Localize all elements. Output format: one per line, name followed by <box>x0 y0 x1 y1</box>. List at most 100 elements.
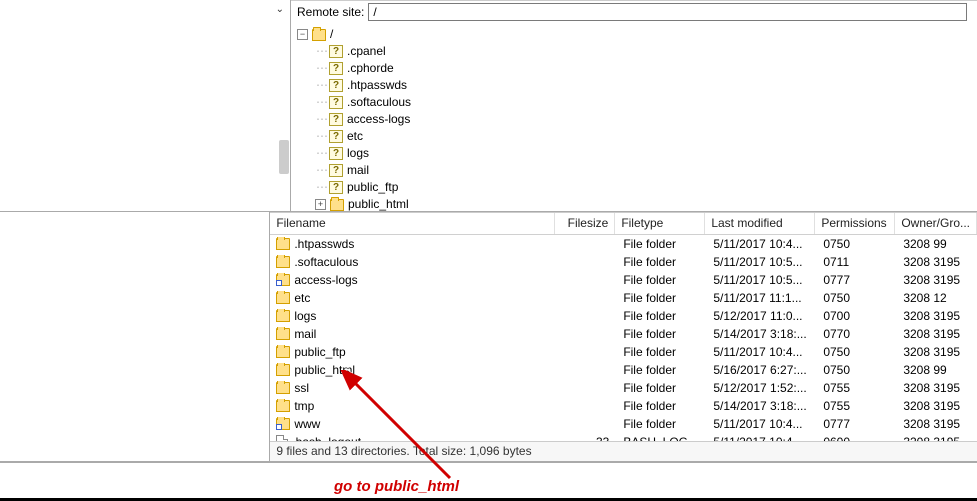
file-type: File folder <box>617 399 707 413</box>
unknown-folder-icon: ? <box>329 181 343 194</box>
local-tree-panel[interactable]: ⌄ <box>0 0 291 211</box>
folder-icon <box>276 310 290 322</box>
list-row[interactable]: sslFile folder5/12/2017 1:52:...07553208… <box>270 379 977 397</box>
file-name: tmp <box>294 399 314 413</box>
status-bar: 9 files and 13 directories. Total size: … <box>270 441 977 461</box>
file-modified: 5/11/2017 10:4... <box>707 237 817 251</box>
expand-icon[interactable]: + <box>315 199 326 210</box>
list-row[interactable]: logs File folder5/12/2017 11:0...07003208… <box>270 307 977 325</box>
list-row[interactable]: .htpasswdsFile folder5/11/2017 10:4...07… <box>270 235 977 253</box>
folder-icon <box>276 400 290 412</box>
tree-item[interactable]: ⋯?access-logs <box>297 111 973 128</box>
file-modified: 5/14/2017 3:18:... <box>707 327 817 341</box>
list-row[interactable]: mailFile folder5/14/2017 3:18:...0770320… <box>270 325 977 343</box>
remote-file-panel: Filename Filesize Filetype Last modified… <box>270 212 977 461</box>
file-name: public_html <box>294 363 355 377</box>
collapse-icon[interactable]: − <box>297 29 308 40</box>
transfer-queue-panel[interactable] <box>0 462 977 498</box>
list-row[interactable]: tmpFile folder5/14/2017 3:18:...07553208… <box>270 397 977 415</box>
tree-item[interactable]: ⋯?.softaculous <box>297 94 973 111</box>
file-name: .softaculous <box>294 255 358 269</box>
remote-tree-panel: Remote site: − / ⋯?.cpanel ⋯?.cphorde ⋯?… <box>291 0 977 211</box>
col-filetype[interactable]: Filetype <box>615 213 705 234</box>
folder-shortcut-icon <box>276 274 290 286</box>
remote-tree[interactable]: − / ⋯?.cpanel ⋯?.cphorde ⋯?.htpasswds ⋯?… <box>291 22 977 211</box>
list-row[interactable]: .softaculous File folder5/11/2017 10:5...… <box>270 253 977 271</box>
folder-icon <box>276 346 290 358</box>
tree-item[interactable]: ⋯?logs <box>297 145 973 162</box>
file-list-body[interactable]: .htpasswdsFile folder5/11/2017 10:4...07… <box>270 235 977 441</box>
unknown-folder-icon: ? <box>329 164 343 177</box>
file-type: File folder <box>617 417 707 431</box>
unknown-folder-icon: ? <box>329 113 343 126</box>
tree-item[interactable]: ⋯?etc <box>297 128 973 145</box>
file-permissions: 0750 <box>817 237 897 251</box>
list-row[interactable]: access-logsFile folder5/11/2017 10:5...0… <box>270 271 977 289</box>
unknown-folder-icon: ? <box>329 62 343 75</box>
col-owner[interactable]: Owner/Gro... <box>895 213 977 234</box>
file-owner: 3208 3195 <box>897 309 977 323</box>
unknown-folder-icon: ? <box>329 96 343 109</box>
folder-icon <box>276 238 290 250</box>
list-row[interactable]: .bash_logout33BASH_LOG...5/11/2017 10:4.… <box>270 433 977 441</box>
chevron-down-icon[interactable]: ⌄ <box>276 4 284 15</box>
file-name: .htpasswds <box>294 237 354 251</box>
col-filesize[interactable]: Filesize <box>555 213 615 234</box>
file-permissions: 0700 <box>817 309 897 323</box>
tree-item[interactable]: ⋯?.htpasswds <box>297 77 973 94</box>
list-row[interactable]: etcFile folder5/11/2017 11:1...07503208 … <box>270 289 977 307</box>
file-list-header: Filename Filesize Filetype Last modified… <box>270 213 977 235</box>
scrollbar-thumb[interactable] <box>279 140 289 174</box>
folder-icon <box>276 382 290 394</box>
file-type: File folder <box>617 291 707 305</box>
file-type: File folder <box>617 363 707 377</box>
folder-icon <box>276 292 290 304</box>
folder-shortcut-icon <box>276 418 290 430</box>
file-owner: 3208 3195 <box>897 273 977 287</box>
file-type: File folder <box>617 345 707 359</box>
list-row[interactable]: wwwFile folder5/11/2017 10:4...07773208 … <box>270 415 977 433</box>
file-name: etc <box>294 291 310 305</box>
file-modified: 5/11/2017 10:4... <box>707 345 817 359</box>
file-type: File folder <box>617 255 707 269</box>
file-permissions: 0777 <box>817 273 897 287</box>
file-owner: 3208 3195 <box>897 327 977 341</box>
col-permissions[interactable]: Permissions <box>815 213 895 234</box>
file-owner: 3208 12 <box>897 291 977 305</box>
tree-item[interactable]: ⋯?mail <box>297 162 973 179</box>
file-name: mail <box>294 327 316 341</box>
file-owner: 3208 99 <box>897 237 977 251</box>
file-modified: 5/11/2017 10:5... <box>707 255 817 269</box>
tree-item-public-html[interactable]: +public_html <box>297 196 973 211</box>
file-modified: 5/12/2017 1:52:... <box>707 381 817 395</box>
file-type: File folder <box>617 309 707 323</box>
file-modified: 5/16/2017 6:27:... <box>707 363 817 377</box>
file-name: logs <box>294 309 316 323</box>
tree-item[interactable]: ⋯?.cphorde <box>297 60 973 77</box>
local-file-panel[interactable] <box>0 212 270 461</box>
tree-item[interactable]: ⋯?.cpanel <box>297 43 973 60</box>
file-name: access-logs <box>294 273 357 287</box>
unknown-folder-icon: ? <box>329 45 343 58</box>
col-modified[interactable]: Last modified <box>705 213 815 234</box>
unknown-folder-icon: ? <box>329 130 343 143</box>
col-filename[interactable]: Filename <box>270 213 555 234</box>
file-modified: 5/12/2017 11:0... <box>707 309 817 323</box>
file-modified: 5/11/2017 10:4... <box>707 417 817 431</box>
list-row-public-html[interactable]: public_html File folder5/16/2017 6:27:...… <box>270 361 977 379</box>
file-modified: 5/11/2017 11:1... <box>707 291 817 305</box>
file-permissions: 0750 <box>817 345 897 359</box>
tree-root[interactable]: − / <box>297 26 973 43</box>
file-permissions: 0770 <box>817 327 897 341</box>
list-row[interactable]: public_ftpFile folder5/11/2017 10:4...07… <box>270 343 977 361</box>
file-owner: 3208 99 <box>897 363 977 377</box>
remote-site-input[interactable] <box>368 3 967 21</box>
tree-item[interactable]: ⋯?public_ftp <box>297 179 973 196</box>
file-owner: 3208 3195 <box>897 399 977 413</box>
remote-site-label: Remote site: <box>297 5 364 19</box>
file-permissions: 0711 <box>817 255 897 269</box>
file-name: www <box>294 417 320 431</box>
file-modified: 5/11/2017 10:5... <box>707 273 817 287</box>
folder-icon <box>276 364 290 376</box>
folder-icon <box>330 199 344 211</box>
